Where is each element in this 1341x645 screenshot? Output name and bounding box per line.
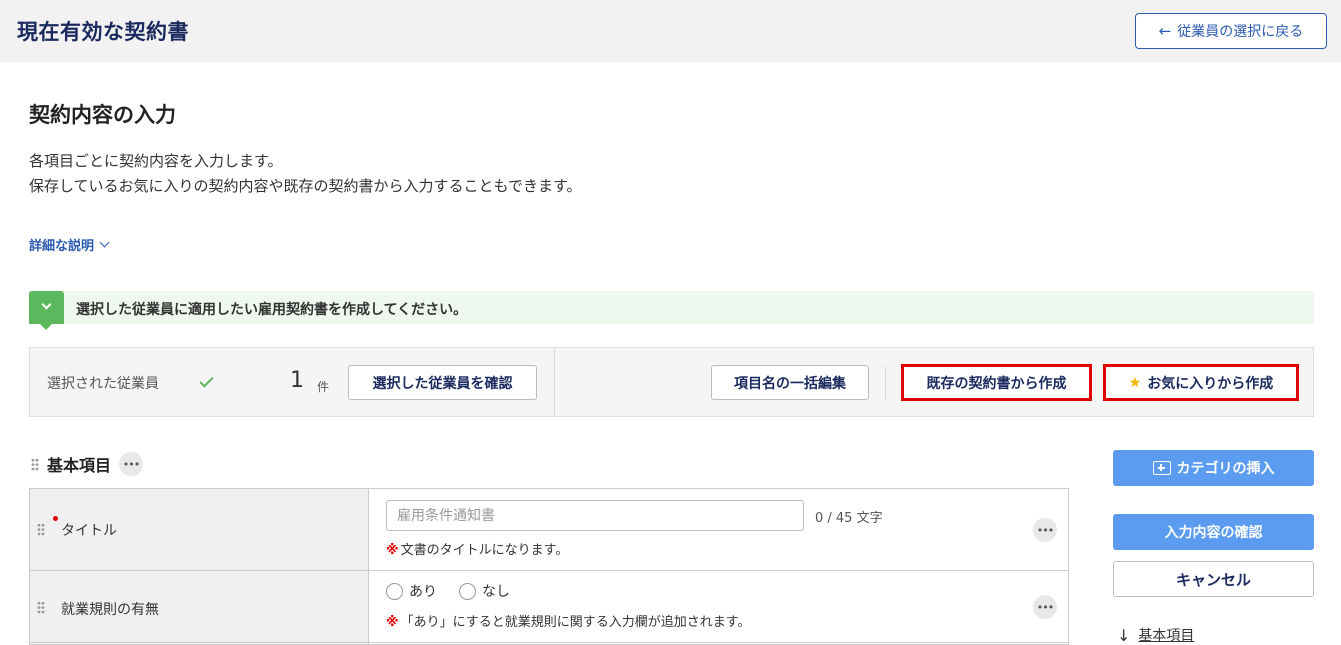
confirm-selected-employees-button[interactable]: 選択した従業員を確認 bbox=[348, 365, 537, 400]
selected-count-unit: 件 bbox=[317, 380, 330, 394]
radio-no-label: なし bbox=[482, 584, 510, 600]
insert-category-label: カテゴリの挿入 bbox=[1176, 461, 1275, 477]
divider bbox=[554, 348, 555, 416]
selected-employees-label: 選択された従業員 bbox=[47, 376, 159, 392]
description-line-2: 保存しているお気に入りの契約内容や既存の契約書から入力することもできます。 bbox=[29, 177, 582, 195]
employee-toolbar: 選択された従業員 1 件 選択した従業員を確認 項目名の一括編集 既存の契約書か… bbox=[29, 347, 1314, 417]
folder-plus-icon bbox=[1152, 461, 1171, 475]
detail-explanation-link[interactable]: 詳細な説明 bbox=[29, 235, 110, 254]
character-count: 0 / 45 文字 bbox=[815, 511, 883, 526]
note-mark: ※ bbox=[386, 615, 399, 630]
drag-handle-icon[interactable] bbox=[37, 601, 45, 614]
chevron-down-icon bbox=[41, 299, 52, 310]
radio-circle[interactable] bbox=[459, 582, 476, 600]
selected-count: 1 bbox=[290, 368, 304, 393]
jump-to-basic-items-link[interactable]: ↓ 基本項目 bbox=[1117, 625, 1194, 645]
title-note-text: 文書のタイトルになります。 bbox=[400, 543, 569, 558]
jump-link-label: 基本項目 bbox=[1138, 628, 1195, 644]
work-rules-label: 就業規則の有無 bbox=[61, 602, 159, 618]
work-rules-note: ※ 「あり」にすると就業規則に関する入力欄が追加されます。 bbox=[386, 611, 750, 630]
title-note: ※ 文書のタイトルになります。 bbox=[386, 539, 568, 558]
note-mark: ※ bbox=[386, 543, 399, 558]
back-button-label: 従業員の選択に戻る bbox=[1177, 24, 1304, 40]
step-instruction: 選択した従業員に適用したい雇用契約書を作成してください。 bbox=[76, 302, 468, 318]
create-from-favorite-button[interactable]: ★ お気に入りから作成 bbox=[1103, 364, 1299, 401]
radio-yes[interactable]: あり bbox=[386, 581, 437, 601]
top-bar: 現在有効な契約書 ← 従業員の選択に戻る bbox=[0, 0, 1341, 62]
work-rules-note-text: 「あり」にすると就業規則に関する入力欄が追加されます。 bbox=[400, 615, 751, 630]
title-input[interactable] bbox=[386, 500, 804, 531]
radio-no[interactable]: なし bbox=[459, 581, 510, 601]
create-from-existing-button[interactable]: 既存の契約書から作成 bbox=[901, 364, 1092, 401]
required-indicator bbox=[53, 516, 58, 521]
arrow-down-icon: ↓ bbox=[1117, 625, 1131, 645]
step-banner: 選択した従業員に適用したい雇用契約書を作成してください。 bbox=[29, 291, 1314, 330]
star-icon: ★ bbox=[1128, 374, 1142, 391]
create-from-favorite-label: お気に入りから作成 bbox=[1147, 375, 1274, 392]
basic-items-heading: 基本項目 ••• bbox=[31, 452, 144, 476]
table-row: タイトル 0 / 45 文字 ※文書のタイトルになります。 ••• bbox=[30, 489, 1068, 571]
description-line-1: 各項目ごとに契約内容を入力します。 bbox=[29, 152, 283, 170]
section-title: 契約内容の入力 bbox=[29, 103, 176, 127]
cancel-button[interactable]: キャンセル bbox=[1113, 561, 1314, 597]
arrow-left-icon: ← bbox=[1158, 22, 1172, 40]
row-header: 就業規則の有無 bbox=[30, 571, 369, 642]
drag-handle-icon[interactable] bbox=[31, 457, 39, 471]
detail-link-label: 詳細な説明 bbox=[29, 239, 95, 254]
page-title: 現在有効な契約書 bbox=[17, 20, 189, 44]
more-options-icon[interactable]: ••• bbox=[1033, 518, 1057, 542]
more-options-icon[interactable]: ••• bbox=[1033, 595, 1057, 619]
insert-category-button[interactable]: カテゴリの挿入 bbox=[1113, 450, 1314, 486]
row-header: タイトル bbox=[30, 489, 369, 570]
chevron-down-icon bbox=[99, 237, 110, 248]
bulk-edit-item-names-button[interactable]: 項目名の一括編集 bbox=[711, 365, 869, 400]
more-options-icon[interactable]: ••• bbox=[119, 452, 144, 476]
step-badge bbox=[29, 291, 64, 330]
confirm-input-button[interactable]: 入力内容の確認 bbox=[1113, 514, 1314, 550]
divider bbox=[885, 366, 886, 400]
drag-handle-icon[interactable] bbox=[37, 523, 45, 536]
check-icon bbox=[199, 373, 214, 388]
back-to-employee-selection-button[interactable]: ← 従業員の選択に戻る bbox=[1135, 13, 1327, 49]
work-rules-radio-group: あり なし bbox=[386, 581, 510, 601]
radio-circle[interactable] bbox=[386, 582, 403, 600]
table-row: 就業規則の有無 あり なし ※ 「あり」にすると就業規則に関する入力欄が追加されま… bbox=[30, 571, 1068, 643]
title-label: タイトル bbox=[61, 523, 117, 539]
radio-yes-label: あり bbox=[409, 584, 437, 600]
form-table: タイトル 0 / 45 文字 ※文書のタイトルになります。 ••• 就業規則の有… bbox=[29, 488, 1069, 645]
basic-items-label: 基本項目 bbox=[47, 456, 112, 475]
